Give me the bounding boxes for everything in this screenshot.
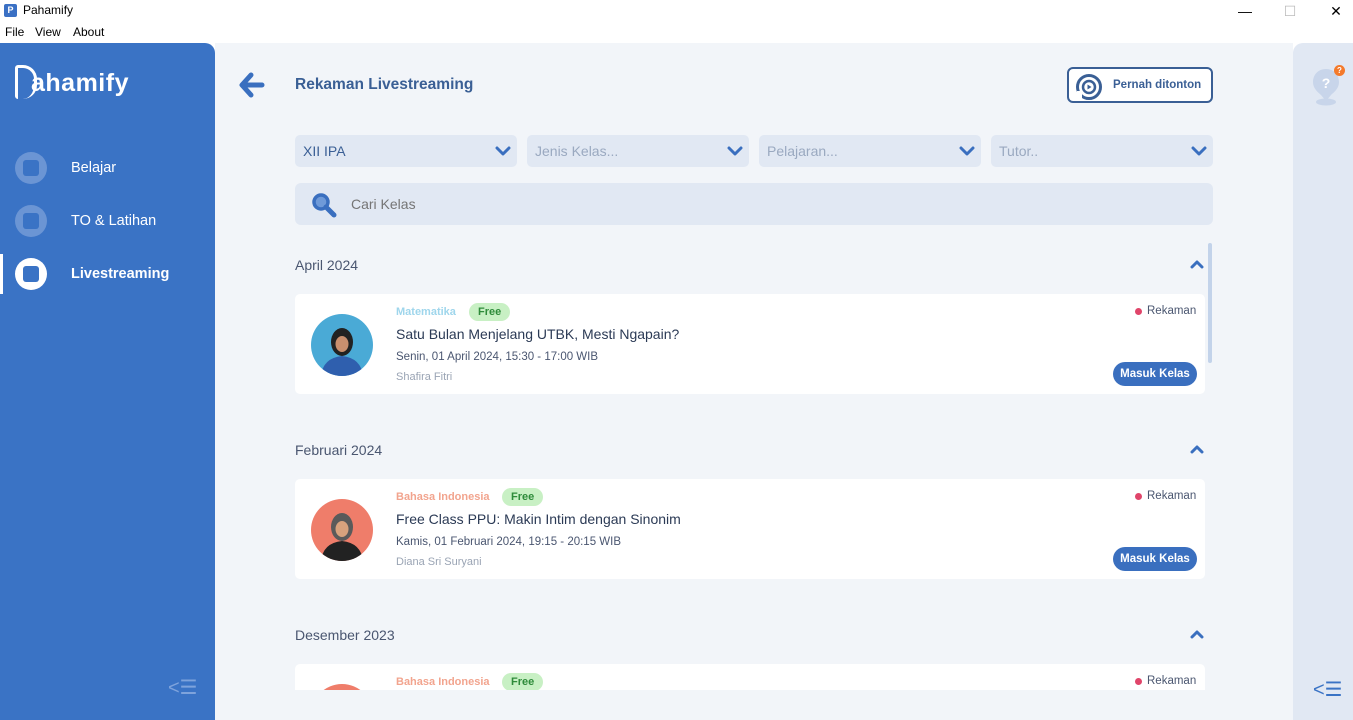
- enter-class-button[interactable]: Masuk Kelas: [1113, 547, 1197, 571]
- search-icon: [312, 193, 337, 218]
- class-card[interactable]: Bahasa Indonesia Free Rekaman: [295, 664, 1205, 690]
- menu-file[interactable]: File: [5, 25, 24, 39]
- close-button[interactable]: ✕: [1313, 0, 1353, 22]
- status-badge: Rekaman: [1147, 305, 1197, 317]
- subject-select[interactable]: Pelajaran...: [759, 135, 981, 167]
- recording-dot-icon: [1135, 493, 1142, 500]
- scrollbar[interactable]: [1208, 243, 1212, 363]
- month-header: Desember 2023: [295, 627, 395, 643]
- window-title: Pahamify: [23, 3, 74, 17]
- right-panel: ? ? <☰: [1293, 43, 1353, 720]
- back-arrow-icon[interactable]: [239, 71, 265, 99]
- watched-history-button[interactable]: Pernah ditonton: [1067, 67, 1213, 103]
- class-card[interactable]: Matematika Free Satu Bulan Menjelang UTB…: [295, 294, 1205, 394]
- chevron-down-icon: [495, 146, 511, 156]
- menu-about[interactable]: About: [73, 25, 104, 39]
- free-badge: Free: [469, 303, 511, 321]
- sidebar-item-label: TO & Latihan: [71, 213, 157, 229]
- help-notification-badge: ?: [1334, 65, 1345, 76]
- search-bar[interactable]: [295, 183, 1213, 225]
- month-header: April 2024: [295, 257, 359, 273]
- class-title: Free Class PPU: Makin Intim dengan Sinon…: [396, 511, 681, 527]
- title-bar: P Pahamify — ☐ ✕: [0, 0, 1353, 22]
- active-indicator: [0, 254, 3, 294]
- subject-label: Bahasa Indonesia: [396, 676, 490, 688]
- class-level-select[interactable]: XII IPA: [295, 135, 517, 167]
- tutor-name: Shafira Fitri: [396, 371, 453, 383]
- livestream-icon: [15, 258, 47, 290]
- menu-bar: File View About: [0, 22, 1353, 42]
- sidebar-item-label: Livestreaming: [71, 266, 170, 282]
- main-content: Rekaman Livestreaming Pernah ditonton XI…: [215, 43, 1293, 720]
- select-placeholder: Pelajaran...: [767, 143, 838, 159]
- class-card[interactable]: Bahasa Indonesia Free Free Class PPU: Ma…: [295, 479, 1205, 579]
- status-badge: Rekaman: [1147, 490, 1197, 502]
- free-badge: Free: [502, 488, 544, 506]
- watched-button-label: Pernah ditonton: [1113, 79, 1202, 91]
- class-type-select[interactable]: Jenis Kelas...: [527, 135, 749, 167]
- sidebar-item-livestreaming[interactable]: Livestreaming: [0, 254, 215, 294]
- select-placeholder: Jenis Kelas...: [535, 143, 619, 159]
- recording-dot-icon: [1135, 308, 1142, 315]
- clipboard-icon: [15, 205, 47, 237]
- sidebar-item-label: Belajar: [71, 160, 117, 176]
- chevron-down-icon: [959, 146, 975, 156]
- collapse-right-panel-icon[interactable]: <☰: [1313, 677, 1343, 702]
- sidebar: ahamify Belajar TO & Latihan Livestreami…: [0, 43, 215, 720]
- logo-text: ahamify: [31, 69, 129, 97]
- subject-label: Bahasa Indonesia: [396, 491, 490, 503]
- pahamify-logo[interactable]: ahamify: [15, 65, 129, 99]
- search-input[interactable]: [351, 196, 851, 212]
- svg-text:?: ?: [1322, 75, 1331, 91]
- play-history-icon: [1076, 74, 1102, 100]
- class-date: Kamis, 01 Februari 2024, 19:15 - 20:15 W…: [396, 536, 622, 548]
- chevron-up-icon[interactable]: [1190, 629, 1204, 639]
- maximize-button[interactable]: ☐: [1267, 0, 1313, 22]
- tutor-avatar: [311, 684, 373, 690]
- class-date: Senin, 01 April 2024, 15:30 - 17:00 WIB: [396, 351, 599, 363]
- chevron-up-icon[interactable]: [1190, 444, 1204, 454]
- chevron-up-icon[interactable]: [1190, 259, 1204, 269]
- status-badge: Rekaman: [1147, 675, 1197, 687]
- tutor-avatar: [311, 314, 373, 376]
- select-value: XII IPA: [303, 143, 346, 159]
- chevron-down-icon: [727, 146, 743, 156]
- book-icon: [15, 152, 47, 184]
- tutor-select[interactable]: Tutor..: [991, 135, 1213, 167]
- subject-label: Matematika: [396, 306, 456, 318]
- free-badge: Free: [502, 673, 544, 690]
- enter-class-button[interactable]: Masuk Kelas: [1113, 362, 1197, 386]
- select-placeholder: Tutor..: [999, 143, 1039, 159]
- menu-view[interactable]: View: [35, 25, 61, 39]
- recording-dot-icon: [1135, 678, 1142, 685]
- page-title: Rekaman Livestreaming: [295, 76, 474, 93]
- month-header: Februari 2024: [295, 442, 383, 458]
- chevron-down-icon: [1191, 146, 1207, 156]
- class-title: Satu Bulan Menjelang UTBK, Mesti Ngapain…: [396, 326, 680, 342]
- sidebar-item-belajar[interactable]: Belajar: [0, 148, 215, 188]
- tutor-name: Diana Sri Suryani: [396, 556, 482, 568]
- collapse-sidebar-icon[interactable]: <☰: [168, 675, 198, 700]
- tutor-avatar: [311, 499, 373, 561]
- minimize-button[interactable]: —: [1222, 0, 1268, 22]
- app-icon: P: [4, 4, 17, 17]
- sidebar-item-to-latihan[interactable]: TO & Latihan: [0, 201, 215, 241]
